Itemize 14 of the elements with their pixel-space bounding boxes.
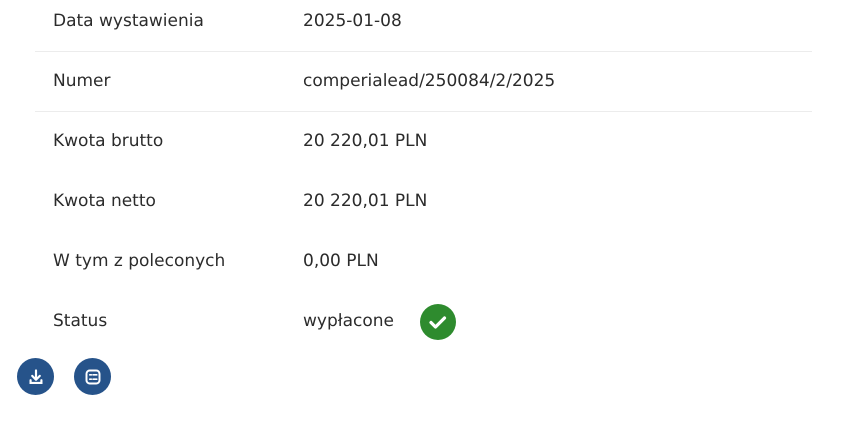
field-label: W tym z poleconych xyxy=(52,250,226,274)
field-value: comperialead/250084/2/2025 xyxy=(303,70,556,93)
field-value: 20 220,01 PLN xyxy=(303,190,428,214)
field-label: Data wystawienia xyxy=(52,10,205,33)
field-value: 0,00 PLN xyxy=(303,250,379,274)
field-value: 20 220,01 PLN xyxy=(303,130,428,154)
field-label: Numer xyxy=(52,70,112,93)
field-value: wypłacone xyxy=(303,310,394,334)
field-label: Status xyxy=(52,310,108,334)
field-value: 2025-01-08 xyxy=(303,10,402,33)
field-label: Kwota netto xyxy=(52,190,157,214)
download-button[interactable] xyxy=(17,358,54,395)
field-label: Kwota brutto xyxy=(52,130,164,154)
details-button[interactable] xyxy=(74,358,111,395)
